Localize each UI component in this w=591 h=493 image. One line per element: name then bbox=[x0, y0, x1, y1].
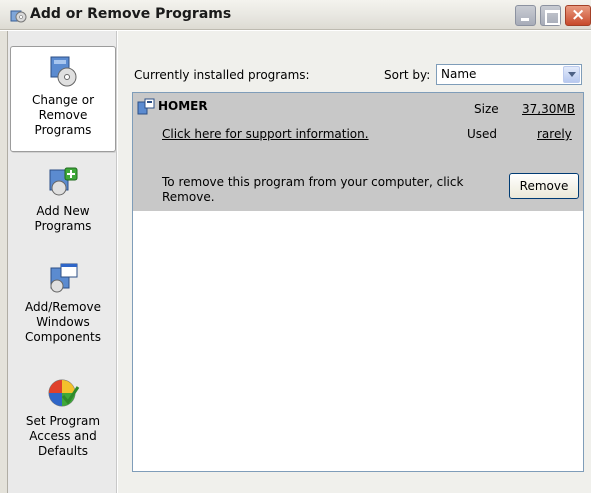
sidebar-label-line: Programs bbox=[34, 219, 92, 233]
size-label: Size bbox=[474, 102, 499, 116]
sidebar-item-label: Change or Remove Programs bbox=[11, 93, 115, 138]
used-value[interactable]: rarely bbox=[537, 127, 572, 141]
sidebar-label-line: Add New bbox=[36, 204, 90, 218]
installed-programs-label: Currently installed programs: bbox=[134, 68, 310, 82]
sort-by-select[interactable]: Name bbox=[436, 64, 582, 85]
sort-by-label: Sort by: bbox=[384, 68, 431, 82]
maximize-button[interactable] bbox=[540, 5, 561, 26]
title-bar[interactable]: Add or Remove Programs × bbox=[0, 0, 591, 30]
program-access-icon bbox=[48, 379, 80, 407]
sidebar-label-line: Programs bbox=[34, 123, 92, 137]
sidebar-label-line: Components bbox=[25, 330, 101, 344]
close-button[interactable]: × bbox=[565, 5, 591, 26]
program-name: HOMER bbox=[158, 99, 208, 113]
support-info-link[interactable]: Click here for support information. bbox=[162, 127, 369, 141]
sidebar-label-line: Change or bbox=[31, 93, 95, 107]
remove-button[interactable]: Remove bbox=[509, 173, 579, 199]
sidebar-item-add-new-programs[interactable]: Add New Programs bbox=[10, 164, 116, 234]
sidebar-label-line: Set Program bbox=[25, 414, 101, 428]
sidebar-item-label: Add New Programs bbox=[10, 204, 116, 234]
used-label: Used bbox=[467, 127, 498, 141]
sidebar-item-label: Set Program Access and Defaults bbox=[10, 414, 116, 459]
add-new-programs-icon bbox=[49, 167, 78, 196]
sidebar-label-line: Remove bbox=[38, 108, 88, 122]
remove-instructions: To remove this program from your compute… bbox=[162, 175, 464, 204]
minimize-button[interactable] bbox=[515, 5, 536, 26]
sidebar-item-windows-components[interactable]: Add/Remove Windows Components bbox=[10, 260, 116, 345]
change-remove-programs-icon bbox=[50, 56, 77, 87]
windows-components-icon bbox=[50, 263, 78, 293]
sidebar-item-program-access[interactable]: Set Program Access and Defaults bbox=[10, 374, 116, 459]
window-left-border bbox=[0, 31, 8, 493]
sort-by-value: Name bbox=[441, 67, 477, 81]
size-value[interactable]: 37,30MB bbox=[522, 102, 575, 116]
add-remove-programs-icon bbox=[10, 10, 27, 23]
window-title: Add or Remove Programs bbox=[30, 6, 232, 22]
close-icon: × bbox=[571, 5, 586, 25]
sidebar-label-line: Defaults bbox=[37, 444, 89, 458]
sidebar-label-line: Access and bbox=[29, 429, 97, 443]
program-icon bbox=[137, 98, 155, 115]
add-remove-programs-window: Add or Remove Programs × Change or Remov… bbox=[0, 0, 591, 493]
sidebar-item-label: Add/Remove Windows Components bbox=[10, 300, 116, 345]
sidebar-item-change-remove-programs[interactable]: Change or Remove Programs bbox=[10, 46, 116, 152]
sidebar-label-line: Add/Remove bbox=[25, 300, 101, 314]
chevron-down-icon[interactable] bbox=[563, 66, 580, 83]
sidebar-label-line: Windows bbox=[36, 315, 90, 329]
